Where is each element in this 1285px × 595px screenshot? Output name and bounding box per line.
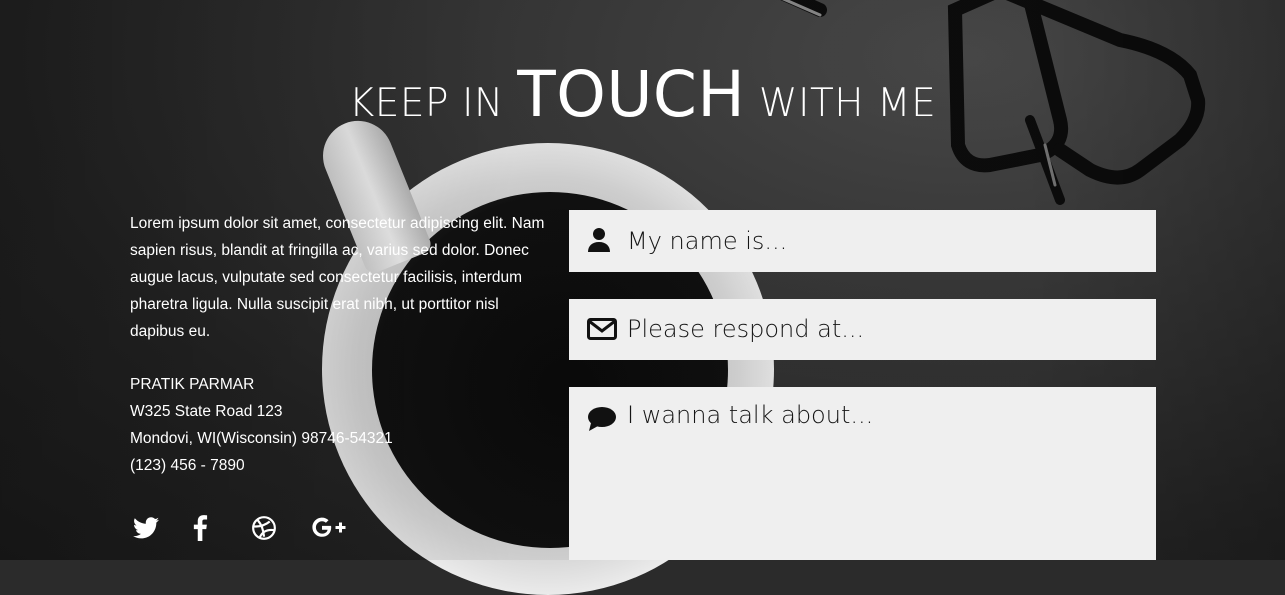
dribbble-icon[interactable]	[251, 510, 310, 546]
name-field[interactable]	[569, 210, 1156, 272]
speech-bubble-icon	[587, 406, 617, 437]
user-icon	[587, 227, 611, 258]
contact-phone: (123) 456 - 7890	[130, 457, 245, 474]
intro-paragraph: Lorem ipsum dolor sit amet, consectetur …	[130, 215, 545, 340]
social-links	[133, 510, 369, 546]
facebook-icon[interactable]	[192, 510, 251, 546]
message-textarea[interactable]	[627, 401, 1146, 551]
google-plus-icon[interactable]	[310, 510, 369, 546]
envelope-icon	[587, 318, 617, 345]
heading-suffix: WITH ME	[758, 81, 937, 126]
email-field[interactable]	[569, 299, 1156, 360]
address-block: PRATIK PARMAR W325 State Road 123 Mondov…	[130, 371, 550, 479]
twitter-icon[interactable]	[133, 510, 192, 546]
contact-name: PRATIK PARMAR	[130, 376, 255, 393]
contact-info: Lorem ipsum dolor sit amet, consectetur …	[130, 210, 550, 479]
heading-prefix: KEEP IN	[348, 81, 504, 126]
heading-emphasis: TOUCH	[517, 58, 746, 131]
contact-street: W325 State Road 123	[130, 403, 283, 420]
section-heading: KEEP IN TOUCH WITH ME	[0, 58, 1285, 131]
contact-city: Mondovi, WI(Wisconsin) 98746-54321	[130, 430, 393, 447]
name-input[interactable]	[627, 224, 1146, 258]
email-input[interactable]	[627, 312, 1146, 346]
message-field[interactable]	[569, 387, 1156, 560]
